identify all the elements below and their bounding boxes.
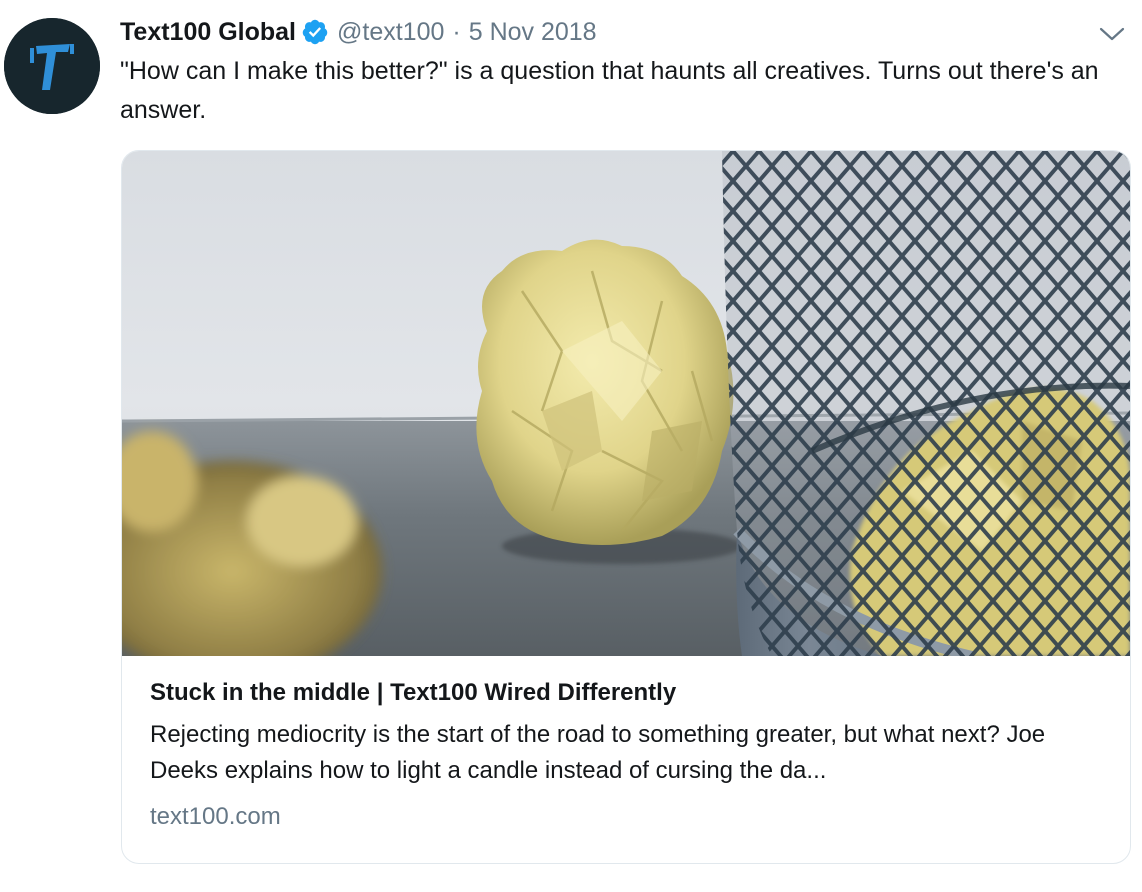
display-name[interactable]: Text100 Global bbox=[120, 18, 296, 47]
card-description: Rejecting mediocrity is the start of the… bbox=[150, 721, 1046, 784]
author-handle[interactable]: @text100 bbox=[337, 18, 444, 47]
card-title[interactable]: Stuck in the middle | Text100 Wired Diff… bbox=[150, 677, 1110, 709]
card-domain[interactable]: text100.com bbox=[150, 801, 1110, 833]
link-card[interactable]: Stuck in the middle | Text100 Wired Diff… bbox=[121, 150, 1131, 864]
tweet-text: "How can I make this better?" is a quest… bbox=[120, 57, 1099, 124]
separator-dot: · bbox=[452, 17, 461, 46]
tweet-header: Text100 Global @text100 · 5 Nov 2018 bbox=[120, 14, 597, 50]
chevron-down-icon[interactable] bbox=[1098, 22, 1126, 46]
card-body: Stuck in the middle | Text100 Wired Diff… bbox=[150, 677, 1110, 833]
card-image[interactable] bbox=[122, 151, 1130, 656]
avatar[interactable] bbox=[4, 18, 100, 114]
verified-badge-icon bbox=[301, 18, 329, 46]
text100-logo-icon bbox=[4, 18, 100, 114]
tweet: Text100 Global @text100 · 5 Nov 2018 "Ho… bbox=[0, 0, 1142, 892]
tweet-timestamp[interactable]: 5 Nov 2018 bbox=[469, 18, 597, 47]
